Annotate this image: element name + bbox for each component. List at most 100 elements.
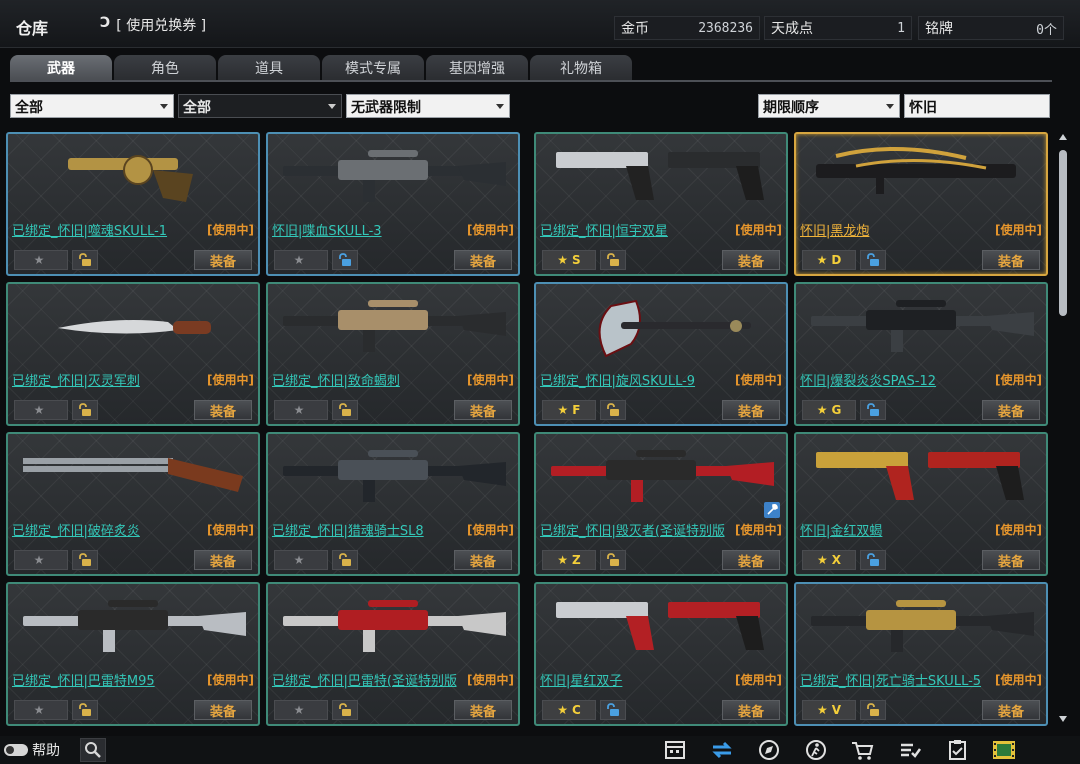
tab-weapons[interactable]: 武器 (10, 55, 112, 81)
tab-gene-enhance[interactable]: 基因增强 (426, 55, 528, 81)
equip-button[interactable]: 装备 (454, 550, 512, 570)
sort-select[interactable]: 期限顺序 (758, 94, 900, 118)
checklist-icon[interactable] (895, 738, 925, 762)
wrench-icon[interactable] (764, 502, 780, 518)
running-icon[interactable] (801, 738, 831, 762)
item-name-link[interactable]: 已绑定_怀旧|巴雷特(圣诞特别版) (272, 670, 458, 689)
item-card[interactable]: 已绑定_怀旧|破碎炙炎 [使用中] ★ 装备 (6, 432, 260, 576)
equip-button[interactable]: 装备 (982, 550, 1040, 570)
refresh-icon[interactable] (707, 738, 737, 762)
help-toggle[interactable]: 帮助 (4, 740, 60, 760)
use-coupon-button[interactable]: Ↄ [ 使用兑换券 ] (100, 15, 206, 35)
item-name-link[interactable]: 已绑定_怀旧|灭灵军刺 (12, 370, 198, 389)
item-card[interactable]: 已绑定_怀旧|灭灵军刺 [使用中] ★ 装备 (6, 282, 260, 426)
grade-badge: ★ X (802, 550, 856, 570)
item-card[interactable]: 已绑定_怀旧|致命蝎刺 [使用中] ★ 装备 (266, 282, 520, 426)
compass-icon[interactable] (754, 738, 784, 762)
tab-gift-box[interactable]: 礼物箱 (530, 55, 632, 81)
equip-button[interactable]: 装备 (982, 250, 1040, 270)
item-card[interactable]: 已绑定_怀旧|猎魂骑士SL8 [使用中] ★ 装备 (266, 432, 520, 576)
scroll-thumb[interactable] (1059, 150, 1067, 316)
item-name-link[interactable]: 怀旧|星红双子 (540, 670, 726, 689)
grade-letter: V (831, 703, 842, 717)
item-name-link[interactable]: 怀旧|爆裂炎炎SPAS-12 (800, 370, 986, 389)
item-name-link[interactable]: 已绑定_怀旧|恒宇双星 (540, 220, 726, 239)
calendar-icon[interactable] (660, 738, 690, 762)
equip-button[interactable]: 装备 (194, 400, 252, 420)
tab-items[interactable]: 道具 (218, 55, 320, 81)
equip-button[interactable]: 装备 (982, 400, 1040, 420)
star-icon: ★ (557, 253, 569, 267)
tab-mode-exclusive[interactable]: 模式专属 (322, 55, 424, 81)
scroll-down-icon[interactable] (1059, 716, 1067, 722)
search-input[interactable] (904, 94, 1050, 118)
item-card[interactable]: 已绑定_怀旧|巴雷特M95 [使用中] ★ 装备 (6, 582, 260, 726)
equip-button[interactable]: 装备 (194, 550, 252, 570)
item-card[interactable]: 已绑定_怀旧|死亡骑士SKULL-5 [使用中] ★ V 装备 (794, 582, 1048, 726)
clipboard-icon[interactable] (942, 738, 972, 762)
filter-type-select[interactable]: 全部 (10, 94, 174, 118)
item-name-link[interactable]: 已绑定_怀旧|毁灭者(圣诞特别版) (540, 520, 726, 539)
item-name-link[interactable]: 怀旧|金红双蝎 (800, 520, 986, 539)
star-icon: ★ (293, 403, 305, 417)
cart-icon[interactable] (848, 738, 878, 762)
equip-button[interactable]: 装备 (722, 400, 780, 420)
lock-icon[interactable] (332, 400, 358, 420)
equip-button[interactable]: 装备 (454, 250, 512, 270)
equip-button[interactable]: 装备 (454, 400, 512, 420)
equip-button[interactable]: 装备 (194, 250, 252, 270)
lock-icon[interactable] (72, 250, 98, 270)
search-button[interactable] (80, 738, 106, 762)
item-name-link[interactable]: 已绑定_怀旧|猎魂骑士SL8 (272, 520, 458, 539)
scrollbar[interactable] (1058, 134, 1068, 722)
tab-characters[interactable]: 角色 (114, 55, 216, 81)
equip-button[interactable]: 装备 (722, 700, 780, 720)
lock-icon[interactable] (600, 550, 626, 570)
equip-button[interactable]: 装备 (722, 250, 780, 270)
item-card[interactable]: 已绑定_怀旧|巴雷特(圣诞特别版) [使用中] ★ 装备 (266, 582, 520, 726)
lock-icon[interactable] (860, 700, 886, 720)
lock-icon[interactable] (72, 550, 98, 570)
item-name-link[interactable]: 已绑定_怀旧|死亡骑士SKULL-5 (800, 670, 986, 689)
filter-sub-select[interactable]: 全部 (178, 94, 342, 118)
lock-icon[interactable] (860, 250, 886, 270)
item-name-link[interactable]: 已绑定_怀旧|致命蝎刺 (272, 370, 458, 389)
grade-badge: ★ G (802, 400, 856, 420)
lock-icon[interactable] (332, 700, 358, 720)
item-name-link[interactable]: 已绑定_怀旧|旋风SKULL-9 (540, 370, 726, 389)
item-card[interactable]: 已绑定_怀旧|旋风SKULL-9 [使用中] ★ F 装备 (534, 282, 788, 426)
lock-icon[interactable] (600, 250, 626, 270)
scroll-up-icon[interactable] (1059, 134, 1067, 140)
item-card[interactable]: 已绑定_怀旧|恒宇双星 [使用中] ★ S 装备 (534, 132, 788, 276)
lock-icon[interactable] (72, 700, 98, 720)
item-name-link[interactable]: 已绑定_怀旧|巴雷特M95 (12, 670, 198, 689)
item-card[interactable]: 已绑定_怀旧|毁灭者(圣诞特别版) [使用中] ★ Z 装备 (534, 432, 788, 576)
lock-icon[interactable] (860, 400, 886, 420)
lock-icon[interactable] (332, 550, 358, 570)
item-name-link[interactable]: 怀旧|黑龙炮 (800, 220, 986, 239)
film-icon[interactable] (989, 738, 1019, 762)
item-card[interactable]: 怀旧|黑龙炮 [使用中] ★ D 装备 (794, 132, 1048, 276)
item-card[interactable]: 怀旧|星红双子 [使用中] ★ C 装备 (534, 582, 788, 726)
lock-icon[interactable] (600, 700, 626, 720)
equip-button[interactable]: 装备 (722, 550, 780, 570)
item-card[interactable]: 怀旧|喋血SKULL-3 [使用中] ★ 装备 (266, 132, 520, 276)
item-name-link[interactable]: 已绑定_怀旧|破碎炙炎 (12, 520, 198, 539)
item-card[interactable]: 已绑定_怀旧|噬魂SKULL-1 [使用中] ★ 装备 (6, 132, 260, 276)
filter-sub-value: 全部 (183, 100, 211, 116)
item-card[interactable]: 怀旧|金红双蝎 [使用中] ★ X 装备 (794, 432, 1048, 576)
item-card[interactable]: 怀旧|爆裂炎炎SPAS-12 [使用中] ★ G 装备 (794, 282, 1048, 426)
weapon-image (8, 286, 258, 368)
weapon-limit-select[interactable]: 无武器限制 (346, 94, 510, 118)
equip-button[interactable]: 装备 (194, 700, 252, 720)
item-name-link[interactable]: 已绑定_怀旧|噬魂SKULL-1 (12, 220, 198, 239)
item-name-link[interactable]: 怀旧|喋血SKULL-3 (272, 220, 458, 239)
equip-button[interactable]: 装备 (982, 700, 1040, 720)
help-label: 帮助 (32, 743, 60, 759)
equip-button[interactable]: 装备 (454, 700, 512, 720)
lock-icon[interactable] (600, 400, 626, 420)
lock-icon[interactable] (332, 250, 358, 270)
in-use-status: [使用中] (207, 673, 254, 687)
lock-icon[interactable] (72, 400, 98, 420)
lock-icon[interactable] (860, 550, 886, 570)
